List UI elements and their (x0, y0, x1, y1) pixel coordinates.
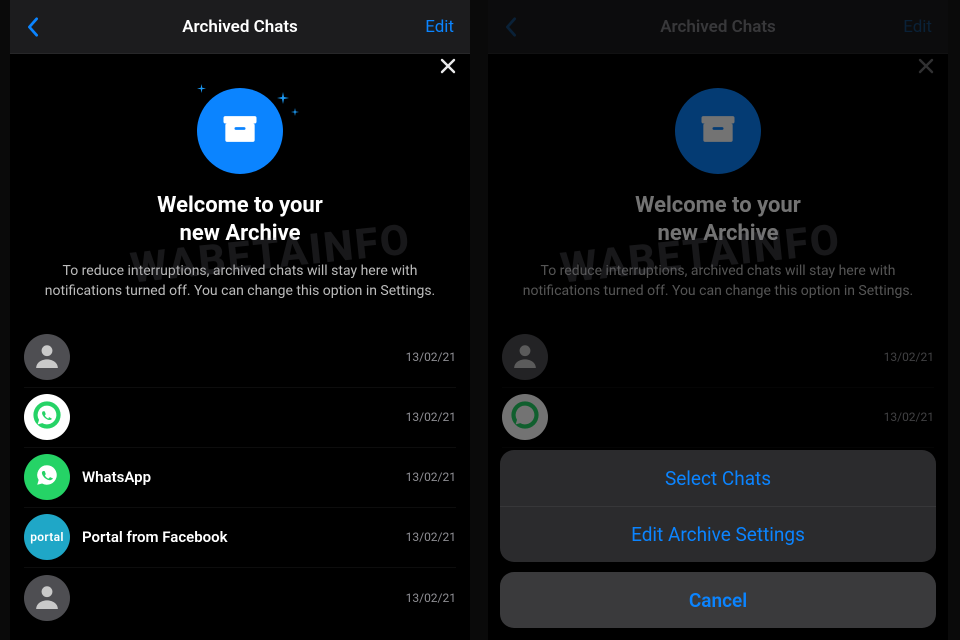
dismiss-row (10, 54, 470, 84)
action-select-chats[interactable]: Select Chats (500, 450, 936, 506)
hero-title-line1: Welcome to your (157, 193, 323, 218)
whatsapp-logo-icon (30, 398, 64, 436)
chat-date: 13/02/21 (406, 410, 456, 424)
action-cancel[interactable]: Cancel (500, 572, 936, 628)
hero-title: Welcome to your new Archive (30, 192, 450, 247)
person-silhouette-icon (34, 583, 60, 613)
action-sheet-group: Select Chats Edit Archive Settings (500, 450, 936, 562)
chat-date: 13/02/21 (406, 591, 456, 605)
edit-button[interactable]: Edit (425, 17, 454, 37)
chat-row[interactable]: 13/02/21 (24, 388, 456, 448)
chat-row[interactable]: 13/02/21 (24, 328, 456, 388)
sparkle-icon (277, 92, 289, 104)
chat-name: WhatsApp (82, 468, 406, 486)
close-button[interactable] (440, 58, 456, 74)
avatar: portal (24, 514, 70, 560)
avatar (24, 334, 70, 380)
sparkle-icon (197, 84, 206, 93)
close-icon (440, 58, 456, 74)
chat-row[interactable]: 13/02/21 (24, 568, 456, 628)
avatar (24, 454, 70, 500)
portal-logo-icon: portal (30, 530, 64, 544)
action-sheet: Select Chats Edit Archive Settings Cance… (500, 450, 936, 628)
avatar (24, 575, 70, 621)
action-edit-archive-settings[interactable]: Edit Archive Settings (500, 506, 936, 562)
topbar: Archived Chats Edit (10, 0, 470, 54)
screen-archived-chats-action-sheet: Archived Chats Edit Welcome to your new … (488, 0, 948, 640)
chat-row[interactable]: portal Portal from Facebook 13/02/21 (24, 508, 456, 568)
hero-title-line2: new Archive (180, 221, 301, 246)
avatar (24, 394, 70, 440)
screen-archived-chats: Archived Chats Edit (10, 0, 470, 640)
hero: Welcome to your new Archive To reduce in… (10, 84, 470, 328)
archive-box-icon (218, 107, 262, 155)
hero-description: To reduce interruptions, archived chats … (30, 261, 450, 302)
chat-date: 13/02/21 (406, 350, 456, 364)
page-title: Archived Chats (182, 17, 298, 37)
chat-row[interactable]: WhatsApp 13/02/21 (24, 448, 456, 508)
whatsapp-logo-icon (34, 462, 60, 492)
chat-name: Portal from Facebook (82, 528, 406, 546)
chat-date: 13/02/21 (406, 470, 456, 484)
chevron-left-icon (26, 17, 40, 37)
person-silhouette-icon (34, 342, 60, 372)
sparkle-icon (291, 108, 299, 116)
chat-date: 13/02/21 (406, 530, 456, 544)
archive-circle (197, 88, 283, 174)
archive-badge (197, 88, 283, 174)
archived-chat-list: 13/02/21 13/02/21 WhatsApp 13/02/21 port… (10, 328, 470, 628)
back-button[interactable] (26, 17, 40, 37)
